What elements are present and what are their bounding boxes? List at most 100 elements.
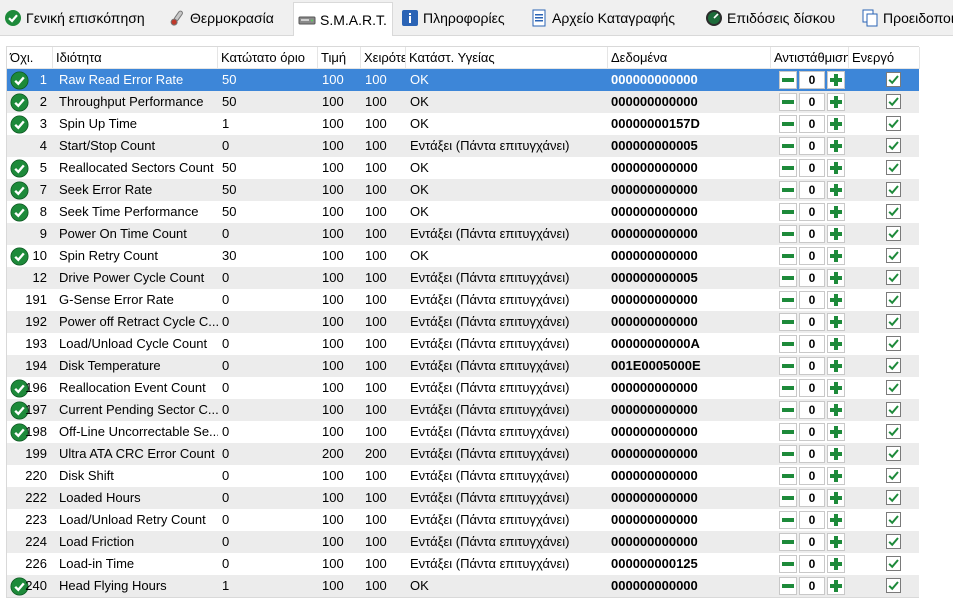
table-row[interactable]: 240 Head Flying Hours 1 100 100 OK 00000… [7,575,919,597]
plus-icon[interactable] [827,291,845,309]
enabled-checkbox[interactable] [886,358,901,373]
plus-icon[interactable] [827,137,845,155]
offset-value[interactable]: 0 [799,423,825,441]
plus-icon[interactable] [827,159,845,177]
plus-icon[interactable] [827,269,845,287]
table-row[interactable]: 193 Load/Unload Cycle Count 0 100 100 Εν… [7,333,919,355]
plus-icon[interactable] [827,467,845,485]
minus-icon[interactable] [779,423,797,441]
minus-icon[interactable] [779,489,797,507]
enabled-checkbox[interactable] [886,270,901,285]
minus-icon[interactable] [779,357,797,375]
table-row[interactable]: 196 Reallocation Event Count 0 100 100 Ε… [7,377,919,399]
table-row[interactable]: 12 Drive Power Cycle Count 0 100 100 Εντ… [7,267,919,289]
offset-value[interactable]: 0 [799,291,825,309]
tab-performance[interactable]: Επιδόσεις δίσκου [701,4,853,32]
offset-value[interactable]: 0 [799,203,825,221]
offset-value[interactable]: 0 [799,533,825,551]
table-row[interactable]: 3 Spin Up Time 1 100 100 OK 00000000157D… [7,113,919,135]
table-row[interactable]: 191 G-Sense Error Rate 0 100 100 Εντάξει… [7,289,919,311]
minus-icon[interactable] [779,247,797,265]
table-row[interactable]: 199 Ultra ATA CRC Error Count 0 200 200 … [7,443,919,465]
table-row[interactable]: 8 Seek Time Performance 50 100 100 OK 00… [7,201,919,223]
minus-icon[interactable] [779,137,797,155]
plus-icon[interactable] [827,335,845,353]
table-row[interactable]: 226 Load-in Time 0 100 100 Εντάξει (Πάντ… [7,553,919,575]
column-header-enabled[interactable]: Ενεργό [849,47,920,69]
table-row[interactable]: 224 Load Friction 0 100 100 Εντάξει (Πάν… [7,531,919,553]
minus-icon[interactable] [779,511,797,529]
plus-icon[interactable] [827,445,845,463]
minus-icon[interactable] [779,577,797,595]
offset-value[interactable]: 0 [799,71,825,89]
enabled-checkbox[interactable] [886,490,901,505]
minus-icon[interactable] [779,159,797,177]
table-row[interactable]: 1 Raw Read Error Rate 50 100 100 OK 0000… [7,69,919,91]
plus-icon[interactable] [827,401,845,419]
plus-icon[interactable] [827,115,845,133]
table-row[interactable]: 220 Disk Shift 0 100 100 Εντάξει (Πάντα … [7,465,919,487]
tab-overview[interactable]: Γενική επισκόπηση [0,4,160,32]
minus-icon[interactable] [779,555,797,573]
offset-value[interactable]: 0 [799,225,825,243]
enabled-checkbox[interactable] [886,248,901,263]
plus-icon[interactable] [827,203,845,221]
minus-icon[interactable] [779,181,797,199]
minus-icon[interactable] [779,379,797,397]
enabled-checkbox[interactable] [886,314,901,329]
column-header-offset[interactable]: Αντιστάθμιση [771,47,849,69]
enabled-checkbox[interactable] [886,160,901,175]
table-row[interactable]: 4 Start/Stop Count 0 100 100 Εντάξει (Πά… [7,135,919,157]
minus-icon[interactable] [779,533,797,551]
enabled-checkbox[interactable] [886,182,901,197]
plus-icon[interactable] [827,313,845,331]
plus-icon[interactable] [827,379,845,397]
offset-value[interactable]: 0 [799,379,825,397]
tab-smart[interactable]: S.M.A.R.T. [293,2,393,36]
minus-icon[interactable] [779,291,797,309]
minus-icon[interactable] [779,467,797,485]
enabled-checkbox[interactable] [886,534,901,549]
offset-value[interactable]: 0 [799,577,825,595]
plus-icon[interactable] [827,511,845,529]
enabled-checkbox[interactable] [886,556,901,571]
plus-icon[interactable] [827,181,845,199]
table-row[interactable]: 197 Current Pending Sector C... 0 100 10… [7,399,919,421]
minus-icon[interactable] [779,225,797,243]
enabled-checkbox[interactable] [886,94,901,109]
table-row[interactable]: 9 Power On Time Count 0 100 100 Εντάξει … [7,223,919,245]
enabled-checkbox[interactable] [886,578,901,593]
enabled-checkbox[interactable] [886,424,901,439]
offset-value[interactable]: 0 [799,445,825,463]
table-row[interactable]: 7 Seek Error Rate 50 100 100 OK 00000000… [7,179,919,201]
offset-value[interactable]: 0 [799,93,825,111]
enabled-checkbox[interactable] [886,446,901,461]
plus-icon[interactable] [827,555,845,573]
table-row[interactable]: 198 Off-Line Uncorrectable Se... 0 100 1… [7,421,919,443]
enabled-checkbox[interactable] [886,512,901,527]
enabled-checkbox[interactable] [886,380,901,395]
column-header-threshold[interactable]: Κατώτατο όριο [218,47,318,69]
enabled-checkbox[interactable] [886,468,901,483]
enabled-checkbox[interactable] [886,204,901,219]
offset-value[interactable]: 0 [799,357,825,375]
enabled-checkbox[interactable] [886,336,901,351]
table-row[interactable]: 192 Power off Retract Cycle C... 0 100 1… [7,311,919,333]
offset-value[interactable]: 0 [799,137,825,155]
tab-information[interactable]: Πληροφορίες [397,4,521,32]
table-row[interactable]: 2 Throughput Performance 50 100 100 OK 0… [7,91,919,113]
table-row[interactable]: 223 Load/Unload Retry Count 0 100 100 Εν… [7,509,919,531]
column-header-value[interactable]: Τιμή [318,47,361,69]
offset-value[interactable]: 0 [799,269,825,287]
plus-icon[interactable] [827,357,845,375]
enabled-checkbox[interactable] [886,138,901,153]
minus-icon[interactable] [779,115,797,133]
plus-icon[interactable] [827,247,845,265]
minus-icon[interactable] [779,445,797,463]
enabled-checkbox[interactable] [886,292,901,307]
offset-value[interactable]: 0 [799,247,825,265]
minus-icon[interactable] [779,93,797,111]
offset-value[interactable]: 0 [799,489,825,507]
enabled-checkbox[interactable] [886,402,901,417]
minus-icon[interactable] [779,71,797,89]
